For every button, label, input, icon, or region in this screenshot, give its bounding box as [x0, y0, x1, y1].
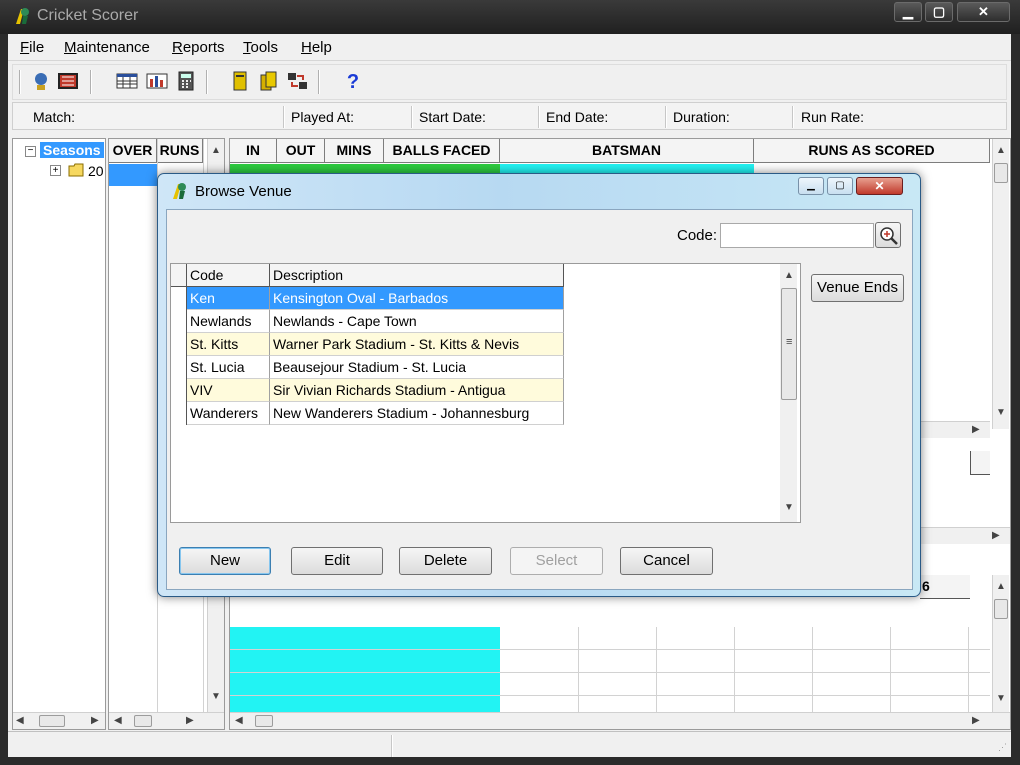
info-separator [538, 106, 540, 128]
toolbar-separator [206, 70, 208, 94]
venue-code-cell[interactable]: Ken [187, 287, 270, 310]
venue-description-cell[interactable]: Beausejour Stadium - St. Lucia [270, 356, 564, 379]
played-at-label: Played At: [291, 109, 355, 125]
delete-button[interactable]: Delete [399, 547, 492, 575]
header-out[interactable]: OUT [277, 139, 325, 163]
tree-root-seasons[interactable]: Seasons [40, 142, 104, 158]
bowling-cyan-block[interactable] [230, 627, 500, 712]
chart-icon[interactable] [146, 71, 168, 93]
expand-icon[interactable]: + [50, 165, 61, 176]
end-date-label: End Date: [546, 109, 609, 125]
browse-venue-dialog: Browse Venue ▁ ▢ ✕ Code: Code Descriptio… [157, 173, 921, 597]
header-over[interactable]: OVER [109, 139, 157, 163]
status-bar: ⋰ [8, 731, 1011, 757]
transfer-icon[interactable] [287, 71, 309, 93]
menu-help[interactable]: Help [301, 39, 332, 56]
grid-icon[interactable] [116, 71, 138, 93]
venue-code-cell[interactable]: Newlands [187, 310, 270, 333]
dialog-maximize-button[interactable]: ▢ [827, 177, 853, 195]
batting-hscroll-bottom[interactable]: ◀ ▶ [230, 712, 1010, 729]
header-batsman[interactable]: BATSMAN [500, 139, 754, 163]
partial-header-6: 6 [920, 575, 970, 599]
venue-ends-button[interactable]: Venue Ends [811, 274, 904, 302]
start-date-label: Start Date: [419, 109, 486, 125]
menu-reports[interactable]: Reports [172, 39, 225, 56]
code-label: Code: [677, 227, 718, 244]
toolbar-separator [90, 70, 92, 94]
venue-description-cell[interactable]: Sir Vivian Richards Stadium - Antigua [270, 379, 564, 402]
duration-label: Duration: [673, 109, 730, 125]
partial-header-cell [970, 451, 990, 475]
dialog-body: Code: Code Description Ken Kensington Ov… [166, 209, 913, 590]
venue-description-cell[interactable]: Warner Park Stadium - St. Kitts & Nevis [270, 333, 564, 356]
dialog-minimize-button[interactable]: ▁ [798, 177, 824, 195]
app-logo-icon [12, 6, 32, 26]
tree-hscroll[interactable]: ◀ ▶ [13, 712, 105, 729]
books-icon[interactable] [258, 71, 280, 93]
venue-code-cell[interactable]: St. Lucia [187, 356, 270, 379]
collapse-icon[interactable]: − [25, 146, 36, 157]
magnifier-icon [879, 226, 899, 249]
dialog-close-button[interactable]: ✕ [856, 177, 903, 195]
dialog-logo-icon [169, 181, 189, 204]
toolbar: ? [12, 64, 1007, 100]
venue-grid[interactable]: Code Description Ken Kensington Oval - B… [170, 263, 801, 523]
tree-item-season[interactable]: 20 [88, 163, 104, 179]
selected-over-cell[interactable] [109, 164, 157, 186]
venue-code-cell[interactable]: St. Kitts [187, 333, 270, 356]
match-label: Match: [33, 109, 76, 125]
title-bar[interactable]: Cricket Scorer ▁ ▢ ✕ [0, 0, 1020, 34]
resize-grip-icon[interactable]: ⋰ [998, 742, 1007, 753]
maximize-button[interactable]: ▢ [925, 2, 953, 22]
row-header-column [171, 287, 187, 425]
venue-description-cell[interactable]: Kensington Oval - Barbados [270, 287, 564, 310]
help-icon[interactable]: ? [342, 71, 364, 93]
venue-grid-vscroll[interactable]: ▲ ≡ ▼ [780, 264, 797, 522]
select-button[interactable]: Select [510, 547, 603, 575]
match-info-bar: Match: Played At: Start Date: End Date: … [12, 102, 1007, 130]
info-separator [283, 106, 285, 128]
venue-description-cell[interactable]: New Wanderers Stadium - Johannesburg [270, 402, 564, 425]
menu-maintenance[interactable]: Maintenance [64, 39, 150, 56]
close-button[interactable]: ✕ [957, 2, 1010, 22]
column-header-description[interactable]: Description [270, 264, 564, 287]
header-in[interactable]: IN [230, 139, 277, 163]
info-separator [411, 106, 413, 128]
search-button[interactable] [875, 222, 901, 248]
venue-code-cell[interactable]: VIV [187, 379, 270, 402]
app-title: Cricket Scorer [37, 7, 139, 24]
info-separator [665, 106, 667, 128]
new-button[interactable]: New [179, 547, 271, 575]
info-separator [792, 106, 794, 128]
globe-person-icon[interactable] [30, 71, 52, 93]
run-rate-label: Run Rate: [801, 109, 865, 125]
status-separator [391, 735, 393, 757]
menu-bar: File Maintenance Reports Tools Help [8, 34, 1011, 61]
toolbar-grip [19, 70, 21, 94]
header-runs-as-scored[interactable]: RUNS AS SCORED [754, 139, 990, 163]
venue-description-cell[interactable]: Newlands - Cape Town [270, 310, 564, 333]
dialog-title: Browse Venue [195, 183, 292, 200]
header-mins[interactable]: MINS [325, 139, 384, 163]
scoreboard-icon[interactable] [57, 71, 79, 93]
header-balls-faced[interactable]: BALLS FACED [384, 139, 500, 163]
seasons-tree[interactable]: − Seasons + 20 ◀ ▶ [12, 138, 106, 730]
code-input[interactable] [720, 223, 874, 248]
toolbar-separator [318, 70, 320, 94]
book-icon[interactable] [229, 71, 251, 93]
minimize-button[interactable]: ▁ [894, 2, 922, 22]
venue-code-cell[interactable]: Wanderers [187, 402, 270, 425]
overs-hscroll[interactable]: ◀ ▶ [109, 712, 224, 729]
row-header-corner [171, 264, 187, 287]
menu-file[interactable]: File [20, 39, 44, 56]
column-header-code[interactable]: Code [187, 264, 270, 287]
header-runs[interactable]: RUNS [157, 139, 203, 163]
bowling-vscroll[interactable]: ▲ ▼ [992, 575, 1009, 712]
menu-tools[interactable]: Tools [243, 39, 278, 56]
calculator-icon[interactable] [175, 71, 197, 93]
edit-button[interactable]: Edit [291, 547, 383, 575]
folder-icon [68, 163, 84, 180]
batting-vscroll[interactable]: ▲ ▼ [992, 139, 1009, 429]
cancel-button[interactable]: Cancel [620, 547, 713, 575]
